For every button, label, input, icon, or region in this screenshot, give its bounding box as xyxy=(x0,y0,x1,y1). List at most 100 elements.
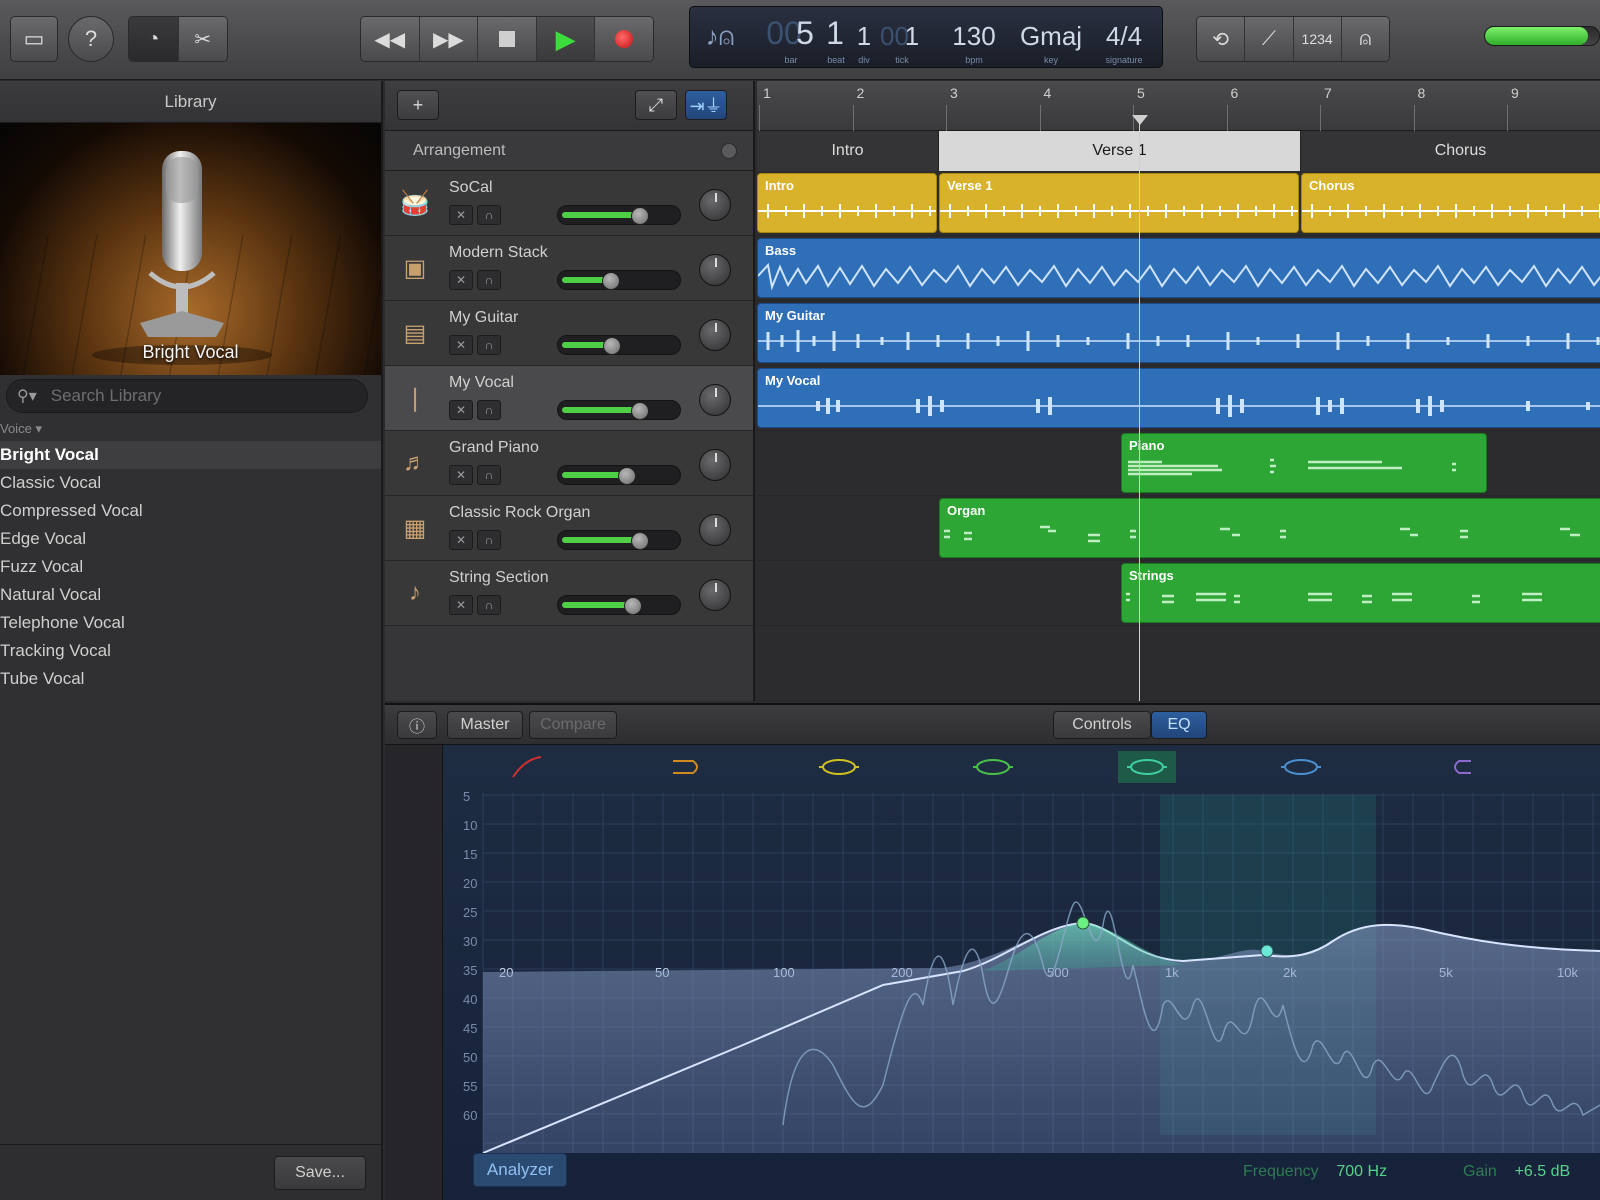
analyzer-button[interactable]: Analyzer xyxy=(473,1153,567,1187)
play-button[interactable]: ▶ xyxy=(536,17,596,61)
library-item[interactable]: Edge Vocal xyxy=(0,525,381,553)
eq-tab[interactable]: EQ xyxy=(1151,711,1207,739)
mute-button[interactable]: ✕ xyxy=(449,335,473,355)
filter-button[interactable]: ⇥⏚ xyxy=(685,90,727,120)
fast-forward-button[interactable]: ▶▶ xyxy=(419,17,479,61)
solo-button[interactable]: ∩ xyxy=(477,400,501,420)
volume-slider[interactable] xyxy=(557,205,681,225)
volume-slider[interactable] xyxy=(557,335,681,355)
library-item[interactable]: Compressed Vocal xyxy=(0,497,381,525)
volume-knob[interactable] xyxy=(603,337,621,355)
library-item[interactable]: Tube Vocal xyxy=(0,665,381,693)
rewind-button[interactable]: ◀◀ xyxy=(361,17,420,61)
volume-knob[interactable] xyxy=(624,597,642,615)
library-item[interactable]: Tracking Vocal xyxy=(0,637,381,665)
region-organ[interactable]: Organ xyxy=(939,498,1600,558)
volume-knob[interactable] xyxy=(631,532,649,550)
volume-knob[interactable] xyxy=(631,207,649,225)
pan-knob[interactable] xyxy=(699,384,731,416)
volume-knob[interactable] xyxy=(602,272,620,290)
library-search[interactable]: ⚲▾ xyxy=(6,379,368,413)
mute-button[interactable]: ✕ xyxy=(449,270,473,290)
add-track-button[interactable]: + xyxy=(397,90,439,120)
metronome-button[interactable]: ⍝ xyxy=(1341,17,1389,61)
band-1-icon[interactable] xyxy=(822,759,856,775)
inspector-button[interactable]: ⓘ xyxy=(397,711,437,739)
mute-button[interactable]: ✕ xyxy=(449,465,473,485)
region-chorus[interactable]: Chorus xyxy=(1301,173,1600,233)
playhead[interactable] xyxy=(1139,121,1140,701)
volume-slider[interactable] xyxy=(557,465,681,485)
band-5-handle[interactable] xyxy=(1260,944,1274,958)
eq-graph[interactable]: 51015202530354045505560 20501002005001k2… xyxy=(443,745,1600,1200)
volume-slider[interactable] xyxy=(557,400,681,420)
lcd-display[interactable]: ♪⍝ 00 5 1 1 00 1 130 Gmaj 4/4 bar beat d… xyxy=(689,6,1163,68)
library-item[interactable]: Natural Vocal xyxy=(0,581,381,609)
pan-knob[interactable] xyxy=(699,514,731,546)
pan-knob[interactable] xyxy=(699,449,731,481)
search-input[interactable] xyxy=(50,386,351,406)
track-header[interactable]: ❘ My Vocal ✕ ∩ xyxy=(385,366,753,431)
solo-button[interactable]: ∩ xyxy=(477,530,501,550)
compare-button[interactable]: Compare xyxy=(529,711,617,739)
controls-tab[interactable]: Controls xyxy=(1053,711,1151,739)
region-strings[interactable]: Strings xyxy=(1121,563,1600,623)
catch-button[interactable]: ⤢ xyxy=(635,90,677,120)
ruler[interactable]: 1 2 3 4 5 6 7 8 9 xyxy=(757,81,1600,131)
tracks-area[interactable]: 123456789 Intro Verse 1 Chorus Intro Verse… xyxy=(757,81,1600,701)
mute-button[interactable]: ✕ xyxy=(449,400,473,420)
master-tab[interactable]: Master xyxy=(447,711,523,739)
pan-knob[interactable] xyxy=(699,254,731,286)
volume-slider[interactable] xyxy=(557,595,681,615)
mute-button[interactable]: ✕ xyxy=(449,530,473,550)
solo-button[interactable]: ∩ xyxy=(477,595,501,615)
library-item[interactable]: Telephone Vocal xyxy=(0,609,381,637)
track-header[interactable]: ▣ Modern Stack ✕ ∩ xyxy=(385,236,753,301)
library-item[interactable]: Bright Vocal xyxy=(0,441,381,469)
low-shelf-icon[interactable] xyxy=(673,760,698,774)
mute-button[interactable]: ✕ xyxy=(449,205,473,225)
playhead-handle[interactable] xyxy=(1132,115,1148,125)
band-2-icon[interactable] xyxy=(976,759,1010,775)
volume-slider[interactable] xyxy=(557,270,681,290)
arrangement-marker[interactable]: Verse 1 xyxy=(939,131,1301,171)
library-item[interactable]: Classic Vocal xyxy=(0,469,381,497)
volume-knob[interactable] xyxy=(618,467,636,485)
pan-knob[interactable] xyxy=(699,319,731,351)
track-header[interactable]: ♬ Grand Piano ✕ ∩ xyxy=(385,431,753,496)
high-shelf-icon[interactable] xyxy=(1454,760,1471,774)
region-verse-1[interactable]: Verse 1 xyxy=(939,173,1299,233)
solo-button[interactable]: ∩ xyxy=(477,465,501,485)
track-header[interactable]: ▦ Classic Rock Organ ✕ ∩ xyxy=(385,496,753,561)
library-item[interactable]: Fuzz Vocal xyxy=(0,553,381,581)
frequency-value[interactable]: 700 Hz xyxy=(1336,1163,1387,1180)
solo-button[interactable]: ∩ xyxy=(477,335,501,355)
library-button[interactable]: ▭ xyxy=(10,16,58,62)
solo-button[interactable]: ∩ xyxy=(477,205,501,225)
solo-button[interactable]: ∩ xyxy=(477,270,501,290)
region-piano[interactable]: Piano xyxy=(1121,433,1487,493)
master-volume-slider[interactable] xyxy=(1484,26,1600,46)
record-button[interactable] xyxy=(595,17,653,61)
volume-slider[interactable] xyxy=(557,530,681,550)
arrangement-add-icon[interactable] xyxy=(721,142,737,159)
quick-help-button[interactable]: ? xyxy=(68,16,114,62)
region-intro[interactable]: Intro xyxy=(757,173,937,233)
pan-knob[interactable] xyxy=(699,189,731,221)
arrangement-marker[interactable]: Intro xyxy=(757,131,939,171)
band-4-handle[interactable] xyxy=(1076,916,1090,930)
tuner-button[interactable]: ⟋ xyxy=(1245,17,1294,61)
volume-knob[interactable] xyxy=(631,402,649,420)
editors-button[interactable]: ✂ xyxy=(178,17,227,61)
track-header[interactable]: ♪ String Section ✕ ∩ xyxy=(385,561,753,626)
cycle-button[interactable]: ⟲ xyxy=(1197,17,1246,61)
eq-display[interactable]: 51015202530354045505560 20501002005001k2… xyxy=(443,745,1600,1200)
region-bass[interactable]: Bass xyxy=(757,238,1600,298)
mute-button[interactable]: ✕ xyxy=(449,595,473,615)
track-header[interactable]: 🥁 SoCal ✕ ∩ xyxy=(385,171,753,236)
low-cut-icon[interactable] xyxy=(512,756,542,778)
stop-button[interactable] xyxy=(478,17,537,61)
gain-value[interactable]: +6.5 dB xyxy=(1515,1163,1571,1180)
track-header[interactable]: ▤ My Guitar ✕ ∩ xyxy=(385,301,753,366)
library-category[interactable]: Voice ▾ xyxy=(0,421,42,437)
